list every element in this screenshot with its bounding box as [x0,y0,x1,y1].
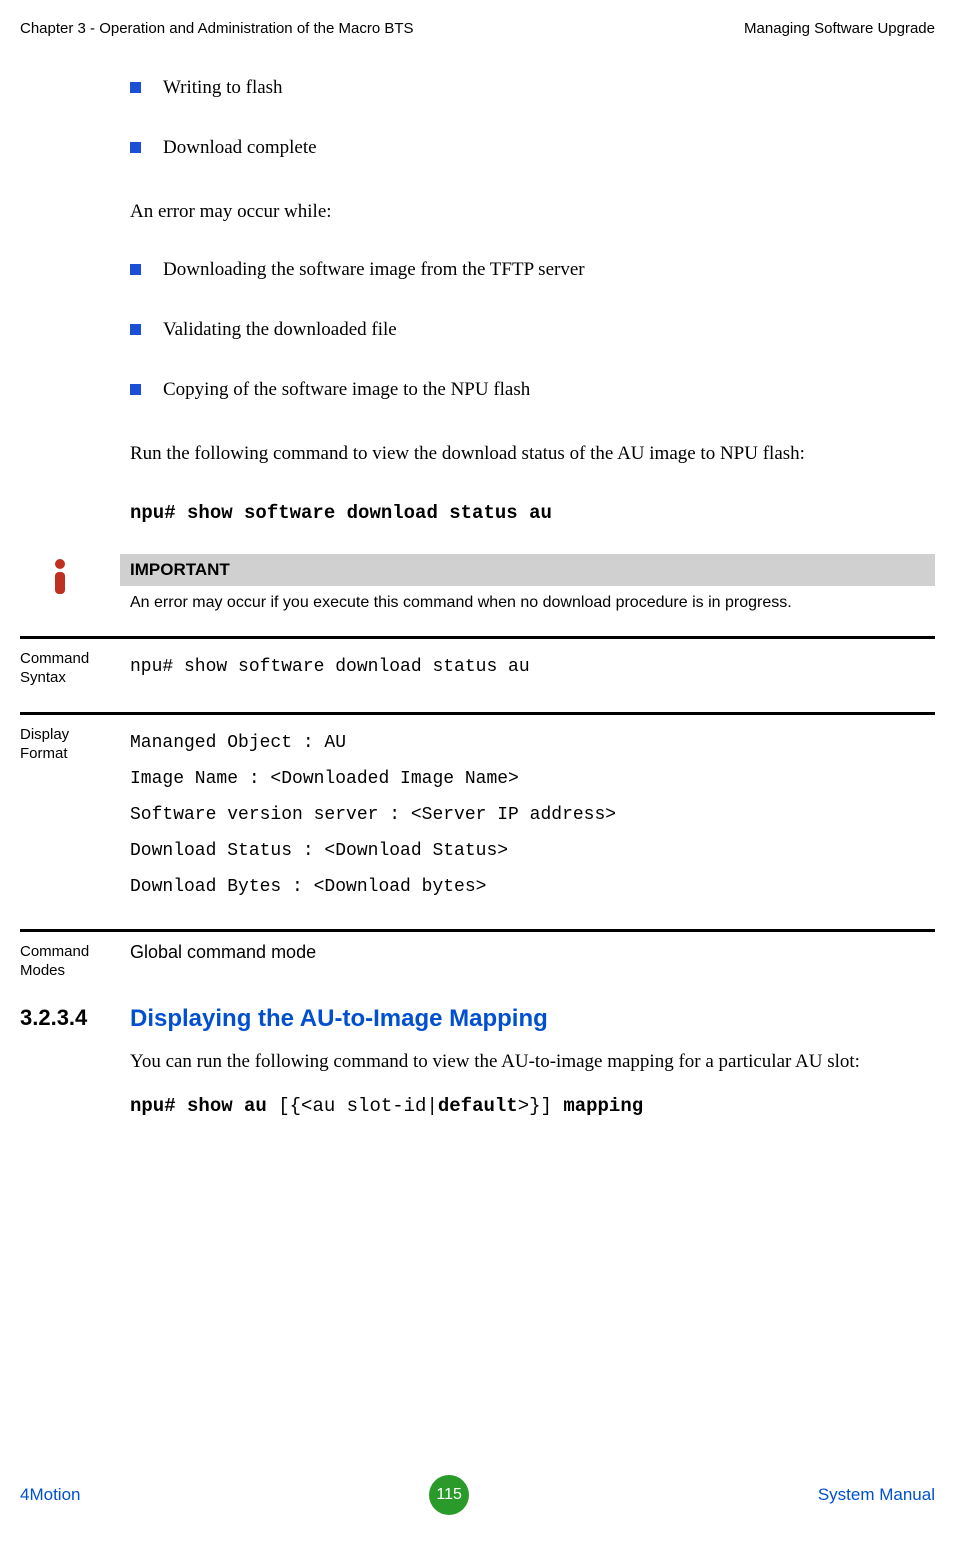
paragraph: Run the following command to view the do… [130,439,935,469]
header-left: Chapter 3 - Operation and Administration… [20,20,414,37]
display-line: Download Status : <Download Status> [130,833,935,869]
bullet-text: Download complete [163,137,317,159]
cmd-part: default [438,1095,518,1117]
bullet-icon [130,82,141,93]
list-item: Download complete [130,137,935,159]
command-syntax-block: Command Syntax npu# show software downlo… [20,636,935,688]
section-heading: 3.2.3.4 Displaying the AU-to-Image Mappi… [20,1005,935,1033]
bullet-icon [130,384,141,395]
page-footer: 4Motion 115 System Manual [20,1475,935,1515]
section-number: 3.2.3.4 [20,1005,130,1033]
cmd-part: [{<au slot-id| [278,1095,438,1117]
bullet-icon [130,264,141,275]
page-header: Chapter 3 - Operation and Administration… [20,20,935,37]
section-title: Displaying the AU-to-Image Mapping [130,1005,548,1033]
bullet-icon [130,142,141,153]
display-format-block: Display Format Mananged Object : AU Imag… [20,712,935,905]
footer-left: 4Motion [20,1485,80,1505]
footer-right: System Manual [818,1485,935,1505]
page-number-badge: 115 [429,1475,469,1515]
paragraph: You can run the following command to vie… [130,1047,935,1077]
info-icon [50,558,82,604]
ref-content: Global command mode [130,942,935,981]
display-line: Software version server : <Server IP add… [130,797,935,833]
ref-label: Command Syntax [20,649,130,688]
cmd-part: >}] [518,1095,564,1117]
display-line: Download Bytes : <Download bytes> [130,869,935,905]
ref-label: Display Format [20,725,130,905]
ref-content: npu# show software download status au [130,649,935,688]
important-text: An error may occur if you execute this c… [120,594,935,612]
paragraph: An error may occur while: [130,197,935,227]
command-line: npu# show software download status au [130,502,935,524]
list-item: Writing to flash [130,77,935,99]
bullet-icon [130,324,141,335]
bullet-text: Writing to flash [163,77,283,99]
important-title: IMPORTANT [120,554,935,586]
header-right: Managing Software Upgrade [744,20,935,37]
bullet-text: Validating the downloaded file [163,319,397,341]
command-modes-block: Command Modes Global command mode [20,929,935,981]
bullet-text: Copying of the software image to the NPU… [163,379,530,401]
ref-label: Command Modes [20,942,130,981]
list-item: Validating the downloaded file [130,319,935,341]
cmd-part: npu# show au [130,1095,278,1117]
important-callout: IMPORTANT An error may occur if you exec… [50,554,935,612]
bullet-text: Downloading the software image from the … [163,259,585,281]
list-item: Copying of the software image to the NPU… [130,379,935,401]
cmd-part: mapping [563,1095,643,1117]
list-item: Downloading the software image from the … [130,259,935,281]
command-line: npu# show au [{<au slot-id|default>}] ma… [130,1095,935,1117]
display-line: Image Name : <Downloaded Image Name> [130,761,935,797]
ref-content: Mananged Object : AU Image Name : <Downl… [130,725,935,905]
display-line: Mananged Object : AU [130,725,935,761]
